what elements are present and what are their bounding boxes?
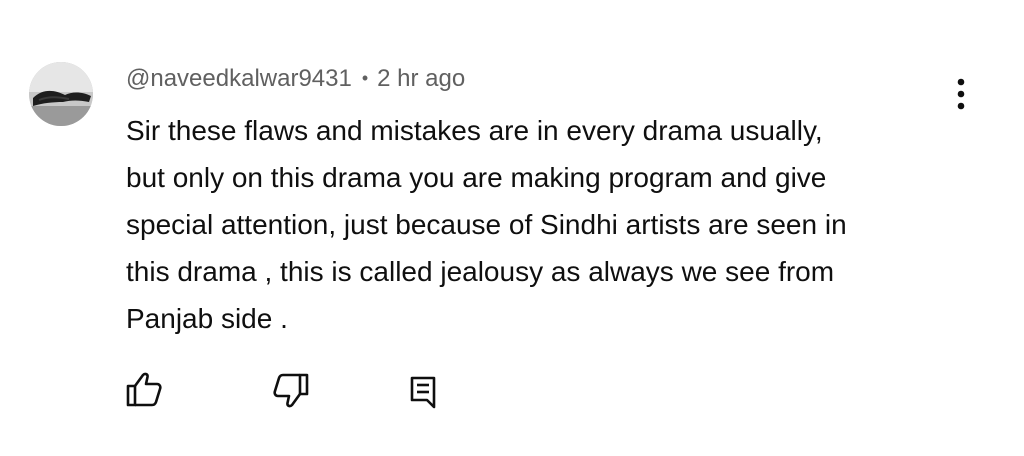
comment-text: Sir these flaws and mistakes are in ever…: [126, 115, 847, 334]
reply-button[interactable]: [401, 368, 445, 412]
avatar-image: [29, 62, 93, 126]
thumbs-down-icon: [273, 373, 309, 408]
meta-separator: •: [361, 67, 369, 88]
more-vertical-icon: [957, 78, 965, 110]
comment-reply-icon: [410, 376, 436, 409]
comment-card: @naveedkalwar9431 • 2 hr ago Sir these f…: [0, 0, 1024, 456]
author-name[interactable]: @naveedkalwar9431: [126, 65, 352, 93]
comment-time[interactable]: 2 hr ago: [377, 65, 465, 93]
avatar[interactable]: [29, 62, 93, 126]
comment-meta: @naveedkalwar9431 • 2 hr ago: [126, 64, 465, 94]
dislike-button[interactable]: [269, 368, 313, 412]
thumbs-up-icon: [126, 372, 162, 407]
comment-actions: [0, 368, 1024, 412]
like-button[interactable]: [122, 368, 166, 412]
